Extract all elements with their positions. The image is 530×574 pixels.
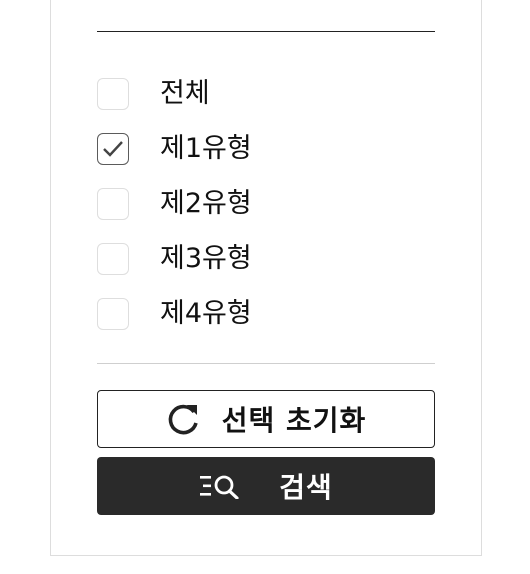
search-list-icon (199, 473, 243, 499)
reset-selection-button[interactable]: 선택 초기화 (97, 390, 435, 448)
refresh-icon (166, 401, 202, 437)
checkbox-type4[interactable] (97, 297, 129, 330)
option-type1[interactable]: 제1유형 (97, 123, 435, 178)
checkbox-type1[interactable] (97, 132, 129, 165)
option-label: 제2유형 (160, 188, 252, 219)
search-button[interactable]: 검색 (97, 457, 435, 515)
option-type3[interactable]: 제3유형 (97, 233, 435, 288)
search-button-label: 검색 (279, 471, 333, 504)
option-all[interactable]: 전체 (97, 68, 435, 123)
option-type2[interactable]: 제2유형 (97, 178, 435, 233)
reset-button-label: 선택 초기화 (221, 404, 367, 437)
option-label: 제1유형 (160, 133, 252, 164)
checkbox-type2[interactable] (97, 187, 129, 220)
option-label: 제3유형 (160, 243, 252, 274)
check-icon (103, 140, 123, 157)
type-options: 전체 제1유형 제2유형 제3유형 제4유형 (97, 68, 435, 343)
option-type4[interactable]: 제4유형 (97, 288, 435, 343)
checkbox-type3[interactable] (97, 242, 129, 275)
top-divider (97, 31, 435, 32)
option-label: 전체 (160, 78, 210, 109)
bottom-divider (97, 363, 435, 364)
option-label: 제4유형 (160, 298, 252, 329)
checkbox-all[interactable] (97, 77, 129, 110)
